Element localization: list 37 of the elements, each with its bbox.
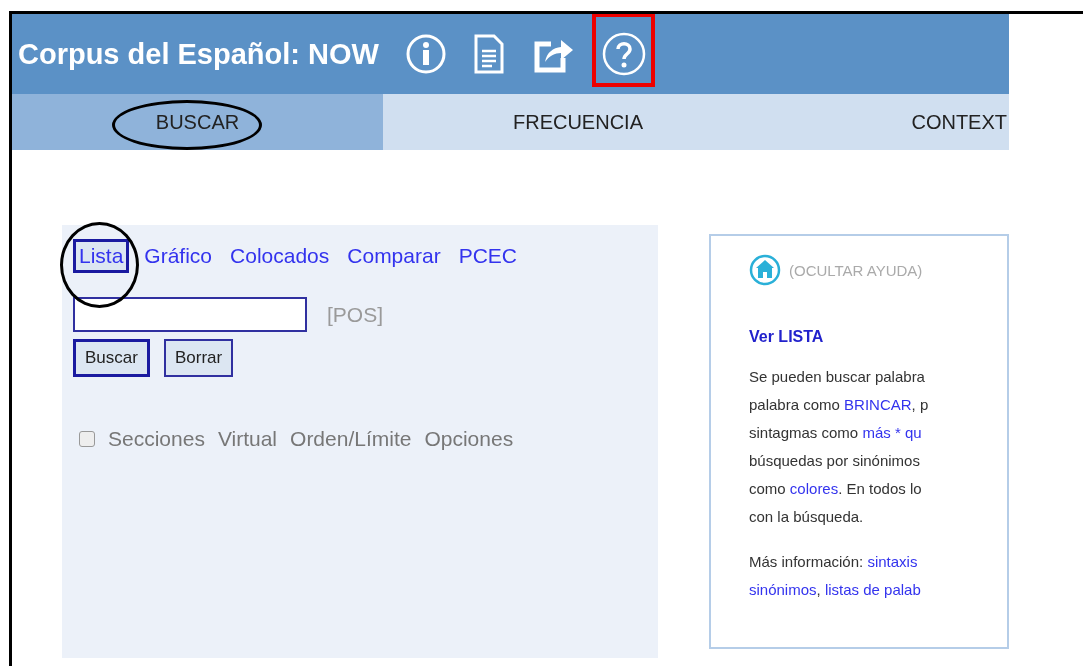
info-icon[interactable] [404,33,447,75]
form-button[interactable]: Borrar [163,339,234,377]
help-text: con la búsqueda. [749,508,864,525]
help-heading: Ver LISTA [749,328,825,346]
option-link[interactable]: Orden/Límite [290,427,412,451]
search-field[interactable] [73,297,307,332]
checkbox[interactable] [79,431,95,447]
form-button[interactable]: Buscar [73,339,150,377]
help-text: búsquedas por sinónimos [749,452,920,469]
document-icon[interactable] [472,33,505,75]
nav-tab[interactable]: CONTEXT [773,94,1009,150]
help-text: Se pueden buscar palabra [749,368,925,385]
help-text: . En todos lo [838,480,922,497]
mode-link[interactable]: Colocados [227,242,333,270]
home-icon[interactable] [749,254,781,286]
mode-link[interactable]: Gráfico [141,242,216,270]
help-link[interactable]: más * qu [862,424,922,441]
help-text: sintagmas como [749,424,860,441]
nav-tab[interactable]: BUSCAR [12,94,383,150]
site-title: Corpus del Español: NOW [18,37,379,71]
mode-link[interactable]: PCEC [455,242,520,270]
help-link[interactable]: listas de palab [824,581,921,598]
option-link[interactable]: Virtual [217,427,278,451]
option-link[interactable]: Opciones [424,427,514,451]
help-icon[interactable] [600,31,647,77]
nav-tab[interactable]: FRECUENCIA [383,94,773,150]
mode-link[interactable]: Lista [73,239,130,273]
help-link[interactable]: sintaxis [867,553,918,570]
help-text: Más información: [749,553,865,570]
help-text: como [749,480,787,497]
option-link[interactable]: Secciones [108,427,205,451]
help-text: palabra como [749,396,841,413]
help-text: , p [911,396,929,413]
help-link[interactable]: sinónimos [749,581,817,598]
help-link[interactable]: BRINCAR [844,396,912,413]
help-text: , [816,581,822,598]
mode-link[interactable]: Comparar [344,242,444,270]
